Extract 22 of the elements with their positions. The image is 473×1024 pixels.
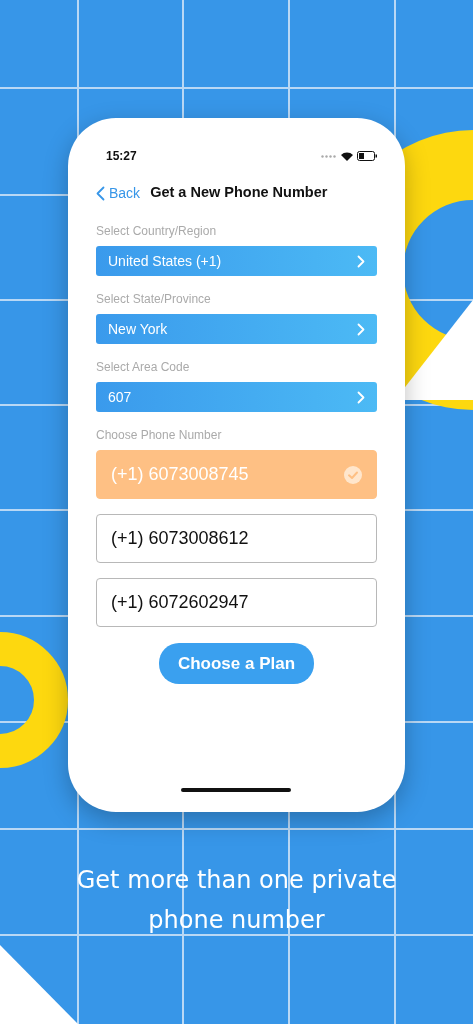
- signal-icon: [321, 154, 337, 158]
- chevron-left-icon: [96, 185, 105, 201]
- chevron-right-icon: [357, 390, 365, 404]
- phone-number-option[interactable]: (+1) 6073008612: [96, 514, 377, 563]
- field-label: Select State/Province: [96, 291, 212, 308]
- field-label: Select Country/Region: [96, 223, 218, 240]
- select-field[interactable]: United States (+1): [96, 246, 377, 276]
- check-icon: [344, 465, 362, 484]
- screen-title: Get a New Phone Number: [150, 183, 328, 203]
- wifi-icon: [341, 151, 353, 161]
- phone-number-option[interactable]: (+1) 6072602947: [96, 578, 377, 627]
- phone-number-option[interactable]: (+1) 6073008745: [96, 450, 377, 499]
- back-button[interactable]: Back: [96, 182, 141, 204]
- chevron-right-icon: [357, 254, 365, 268]
- chevron-right-icon: [357, 322, 365, 336]
- field-label: Select Area Code: [96, 359, 191, 376]
- field-label: Choose Phone Number: [96, 427, 223, 444]
- battery-icon: [357, 151, 377, 161]
- status-time: 15:27: [106, 148, 137, 165]
- choose-plan-button[interactable]: Choose a Plan: [159, 643, 314, 684]
- select-field[interactable]: 607: [96, 382, 377, 412]
- select-field[interactable]: New York: [96, 314, 377, 344]
